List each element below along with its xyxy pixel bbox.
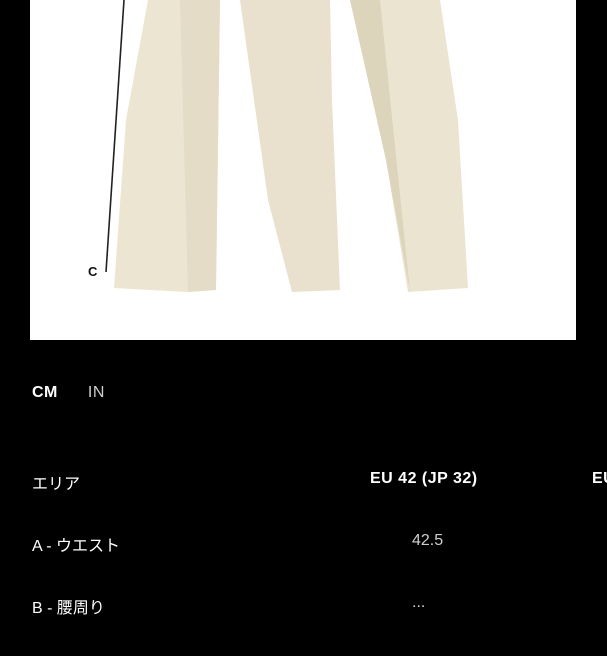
unit-cm-option[interactable]: CM <box>32 384 58 402</box>
trousers-illustration: C <box>30 0 576 340</box>
table-row: B - 腰周り ... <box>32 594 607 656</box>
row-label: B - 腰周り <box>32 600 105 617</box>
row-value: 42.5 <box>412 532 444 549</box>
size-table: エリア EU 42 (JP 32) EU A - ウエスト 42.5 B - 腰… <box>32 470 607 656</box>
area-header: エリア <box>32 476 81 493</box>
table-row: A - ウエスト 42.5 <box>32 532 607 594</box>
unit-toggle: CM IN <box>32 384 105 402</box>
row-label: A - ウエスト <box>32 538 121 555</box>
product-image: C <box>30 0 576 340</box>
measure-label-c: C <box>88 264 98 279</box>
size-column-header-2: EU <box>592 470 607 487</box>
row-value: ... <box>412 594 426 611</box>
size-column-header: EU 42 (JP 32) <box>370 470 478 487</box>
unit-in-option[interactable]: IN <box>88 384 105 402</box>
size-table-header: エリア EU 42 (JP 32) EU <box>32 470 607 532</box>
